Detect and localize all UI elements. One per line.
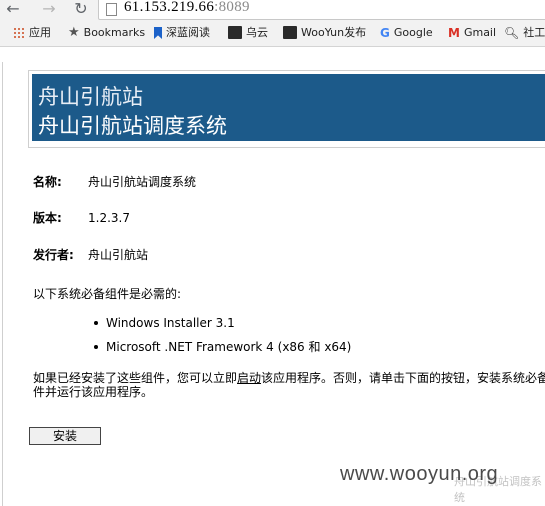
prerequisites-intro: 以下系统必备组件是必需的: — [33, 287, 182, 301]
bookmark-ribbon-icon — [154, 27, 162, 39]
bookmark-bookmarks[interactable]: ★ Bookmarks — [68, 25, 145, 41]
forward-arrow-icon[interactable]: → — [40, 0, 58, 18]
reload-icon[interactable]: ↻ — [72, 0, 90, 18]
header-subtitle: 舟山引航站 — [38, 85, 143, 109]
bookmark-apps[interactable]: 应用 — [13, 25, 51, 41]
wooyun-logo-icon — [283, 26, 297, 39]
page-content: 舟山引航站 舟山引航站调度系统 名称: 舟山引航站调度系统 版本: 1.2.3.… — [0, 47, 545, 506]
star-icon: ★ — [68, 25, 80, 40]
wooyun-logo-icon — [228, 26, 242, 39]
url-input[interactable]: 61.153.219.66:8089 — [98, 0, 545, 20]
url-text: 61.153.219.66:8089 — [124, 0, 250, 15]
bookmark-gmail[interactable]: M Gmail — [448, 25, 496, 41]
bookmark-wooyun[interactable]: 乌云 — [228, 25, 268, 41]
install-button[interactable]: 安装 — [29, 427, 101, 445]
back-arrow-icon[interactable]: ← — [4, 0, 22, 18]
bookmark-wooyun-publish[interactable]: WooYun发布 — [283, 25, 366, 41]
header-box: 舟山引航站 舟山引航站调度系统 — [28, 70, 545, 148]
bookmarks-bar: 应用 ★ Bookmarks 深蓝阅读 乌云 WooYun发布 G Google M… — [0, 20, 545, 47]
page-icon — [106, 3, 117, 16]
bookmark-shenlan[interactable]: 深蓝阅读 — [154, 25, 210, 41]
page-title: 舟山引航站调度系统 — [38, 114, 227, 138]
publisher-label: 发行者: — [33, 248, 74, 262]
address-bar-row: ← → ↻ 61.153.219.66:8089 — [0, 0, 545, 20]
prerequisite-item: Microsoft .NET Framework 4 (x86 和 x64) — [93, 340, 352, 354]
bookmark-google[interactable]: G Google — [380, 25, 433, 41]
watermark: www.wooyun.org — [340, 463, 499, 485]
prerequisite-item: Windows Installer 3.1 — [94, 316, 235, 330]
google-logo-icon: G — [380, 26, 390, 40]
search-icon: 🔍︎ — [504, 26, 520, 40]
left-divider — [2, 62, 3, 506]
name-value: 舟山引航站调度系统 — [88, 175, 197, 189]
apps-grid-icon — [13, 27, 25, 39]
version-value: 1.2.3.7 — [88, 211, 130, 225]
header-banner: 舟山引航站 舟山引航站调度系统 — [32, 74, 545, 141]
bookmark-social[interactable]: 🔍︎ 社工 — [504, 25, 545, 41]
publisher-value: 舟山引航站 — [88, 248, 149, 262]
instructions-text: 如果已经安装了这些组件，您可以立即启动该应用程序。否则，请单击下面的按钮，安装系… — [33, 371, 545, 399]
gmail-logo-icon: M — [448, 26, 460, 40]
version-label: 版本: — [33, 211, 62, 225]
launch-link[interactable]: 启动 — [237, 371, 261, 385]
name-label: 名称: — [33, 175, 62, 189]
